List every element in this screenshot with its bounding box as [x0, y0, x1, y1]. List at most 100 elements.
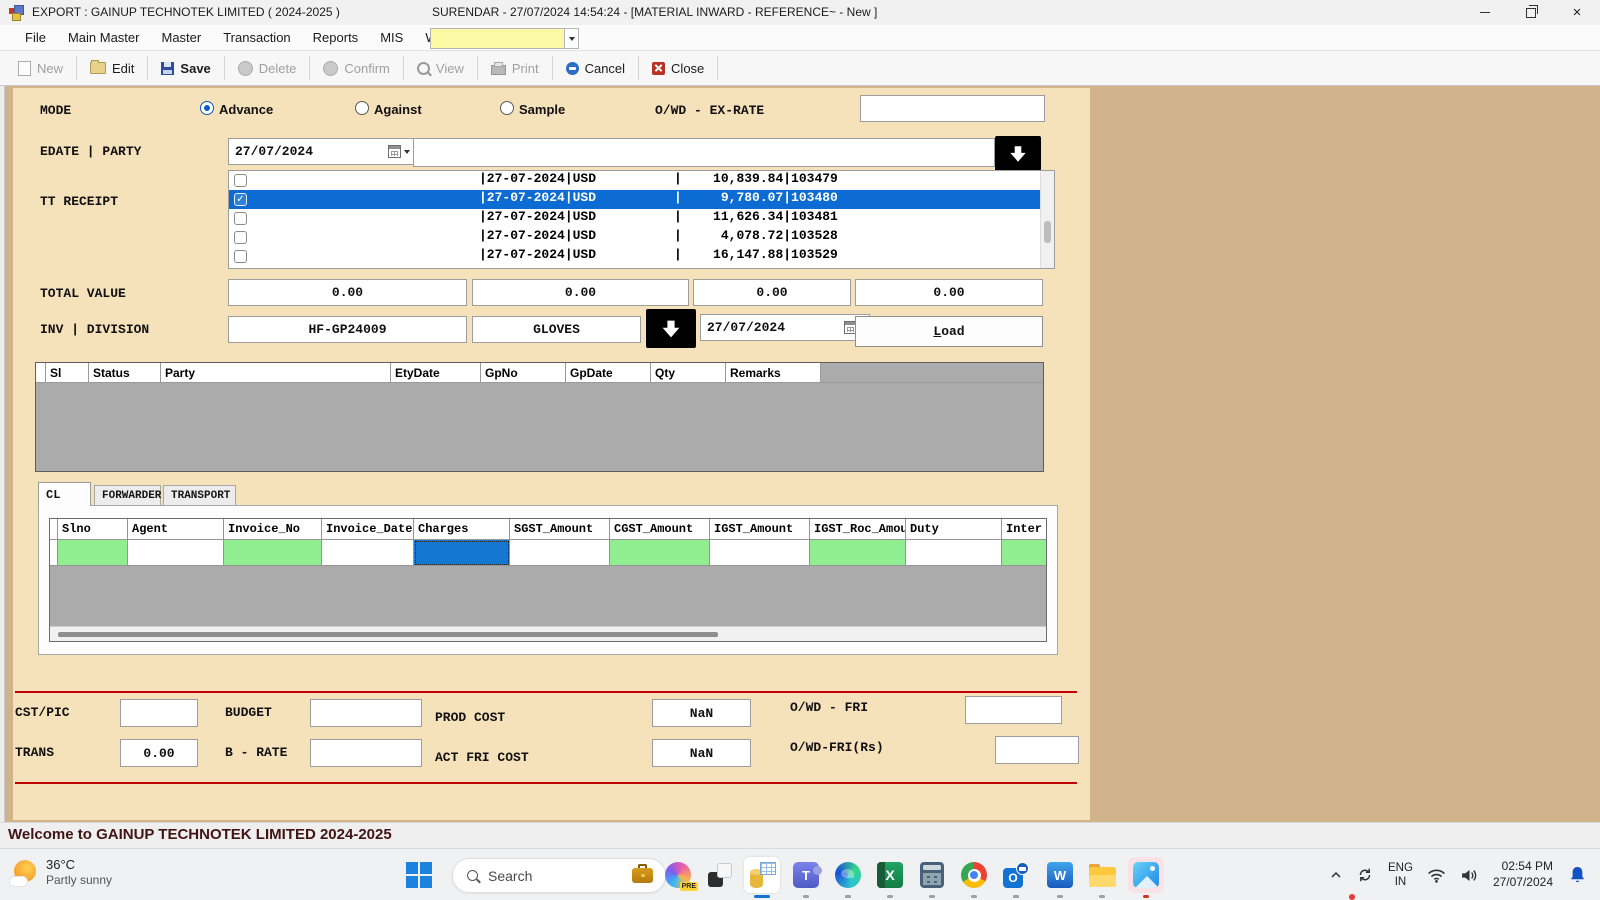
radio-against-label[interactable]: Against: [374, 102, 422, 117]
taskbar-calculator[interactable]: [914, 857, 950, 893]
row-checkbox[interactable]: [234, 250, 247, 263]
tray-volume[interactable]: [1453, 849, 1486, 900]
col-invoice-no[interactable]: Invoice_No: [224, 519, 322, 540]
col-agent[interactable]: Agent: [128, 519, 224, 540]
scrollbar-thumb[interactable]: [58, 632, 718, 637]
taskbar-task-view[interactable]: [702, 857, 738, 893]
taskbar-edge[interactable]: [830, 857, 866, 893]
b-rate-input[interactable]: [310, 739, 422, 767]
budget-input[interactable]: [310, 699, 422, 727]
taskbar-chrome[interactable]: [956, 857, 992, 893]
total-value-3[interactable]: 0.00: [693, 279, 851, 306]
taskbar-erp-app[interactable]: [744, 857, 780, 893]
menu-item-mis[interactable]: MIS: [369, 25, 414, 50]
col-etydate[interactable]: EtyDate: [391, 363, 481, 383]
cancel-button[interactable]: Cancel: [556, 55, 635, 82]
party-lookup-button[interactable]: [995, 136, 1041, 171]
inv-date-picker[interactable]: 27/07/2024: [700, 314, 870, 341]
inv-input[interactable]: HF-GP24009: [228, 316, 467, 343]
radio-sample[interactable]: [500, 101, 514, 115]
close-form-button[interactable]: Close: [642, 55, 714, 82]
party-input[interactable]: [413, 138, 995, 167]
tab-cl[interactable]: CL: [38, 482, 91, 506]
cell-inter[interactable]: [1002, 540, 1046, 566]
menu-item-master[interactable]: Master: [150, 25, 212, 50]
cell-igst[interactable]: [710, 540, 810, 566]
owd-fri-input[interactable]: [965, 696, 1062, 724]
tray-wifi[interactable]: [1420, 849, 1453, 900]
division-lookup-button[interactable]: [646, 309, 696, 348]
division-input[interactable]: GLOVES: [472, 316, 641, 343]
radio-advance[interactable]: [200, 101, 214, 115]
weather-widget[interactable]: 36°C Partly sunny: [10, 857, 112, 888]
tt-receipt-row[interactable]: |27-07-2024|USD | 4,078.72|103528: [229, 228, 1054, 247]
trans-input[interactable]: 0.00: [120, 739, 198, 767]
col-slno[interactable]: Slno: [58, 519, 128, 540]
col-igst-roc[interactable]: IGST_Roc_Amou: [810, 519, 906, 540]
tt-receipt-row[interactable]: |27-07-2024|USD | 11,626.34|103481: [229, 209, 1054, 228]
tray-language[interactable]: ENG IN: [1381, 849, 1420, 900]
taskbar-excel[interactable]: X: [872, 857, 908, 893]
row-checkbox[interactable]: [234, 212, 247, 225]
menu-item-file[interactable]: File: [14, 25, 57, 50]
taskbar-file-explorer[interactable]: [1084, 857, 1120, 893]
tray-sync[interactable]: [1349, 849, 1381, 900]
prod-cost-value[interactable]: NaN: [652, 699, 751, 727]
cell-igst-roc[interactable]: [810, 540, 906, 566]
col-qty[interactable]: Qty: [651, 363, 726, 383]
tray-clock[interactable]: 02:54 PM 27/07/2024: [1486, 849, 1562, 900]
new-button[interactable]: New: [8, 55, 73, 82]
col-igst[interactable]: IGST_Amount: [710, 519, 810, 540]
cell-slno[interactable]: [58, 540, 128, 566]
tt-receipt-row[interactable]: |27-07-2024|USD | 10,839.84|103479: [229, 171, 1054, 190]
search-box[interactable]: Search: [452, 858, 666, 893]
taskbar-copilot[interactable]: PRE: [660, 857, 696, 893]
menu-item-main-master[interactable]: Main Master: [57, 25, 151, 50]
col-party[interactable]: Party: [161, 363, 391, 383]
row-selector[interactable]: [50, 540, 58, 566]
taskbar-photos[interactable]: [1128, 857, 1164, 893]
menu-item-reports[interactable]: Reports: [302, 25, 370, 50]
quick-search-dropdown-button[interactable]: [564, 28, 579, 49]
col-duty[interactable]: Duty: [906, 519, 1002, 540]
cell-charges-selected[interactable]: [414, 540, 510, 566]
total-value-4[interactable]: 0.00: [855, 279, 1043, 306]
tt-receipt-row[interactable]: |27-07-2024|USD | 16,147.88|103529: [229, 247, 1054, 266]
total-value-2[interactable]: 0.00: [472, 279, 689, 306]
col-sl[interactable]: Sl: [46, 363, 89, 383]
confirm-button[interactable]: Confirm: [313, 55, 400, 82]
col-status[interactable]: Status: [89, 363, 161, 383]
total-value-1[interactable]: 0.00: [228, 279, 467, 306]
cell-invoice-date[interactable]: [322, 540, 414, 566]
row-checkbox-checked[interactable]: ✓: [234, 193, 247, 206]
radio-sample-label[interactable]: Sample: [519, 102, 565, 117]
edate-picker[interactable]: 27/07/2024: [228, 138, 414, 165]
taskbar-teams[interactable]: T: [788, 857, 824, 893]
act-fri-cost-value[interactable]: NaN: [652, 739, 751, 767]
col-inter[interactable]: Inter: [1002, 519, 1046, 540]
radio-advance-label[interactable]: Advance: [219, 102, 273, 117]
tt-receipt-row-selected[interactable]: ✓ |27-07-2024|USD | 9,780.07|103480: [229, 190, 1054, 209]
close-button[interactable]: ×: [1554, 0, 1600, 25]
load-button[interactable]: Load: [855, 316, 1043, 347]
vertical-scrollbar[interactable]: [1040, 171, 1054, 268]
tray-chevron-up[interactable]: [1323, 849, 1349, 900]
delete-button[interactable]: Delete: [228, 55, 307, 82]
cell-cgst[interactable]: [610, 540, 710, 566]
view-button[interactable]: View: [407, 55, 474, 82]
col-remarks[interactable]: Remarks: [726, 363, 821, 383]
horizontal-scrollbar[interactable]: [50, 626, 1046, 641]
taskbar-word[interactable]: W: [1042, 857, 1078, 893]
minimize-button[interactable]: [1462, 0, 1508, 25]
row-checkbox[interactable]: [234, 231, 247, 244]
print-button[interactable]: Print: [481, 55, 549, 82]
col-gpno[interactable]: GpNo: [481, 363, 566, 383]
row-checkbox[interactable]: [234, 174, 247, 187]
col-charges[interactable]: Charges: [414, 519, 510, 540]
restore-button[interactable]: [1508, 0, 1554, 25]
col-cgst[interactable]: CGST_Amount: [610, 519, 710, 540]
col-gpdate[interactable]: GpDate: [566, 363, 651, 383]
radio-against[interactable]: [355, 101, 369, 115]
start-button[interactable]: [406, 862, 432, 888]
menu-item-transaction[interactable]: Transaction: [212, 25, 301, 50]
